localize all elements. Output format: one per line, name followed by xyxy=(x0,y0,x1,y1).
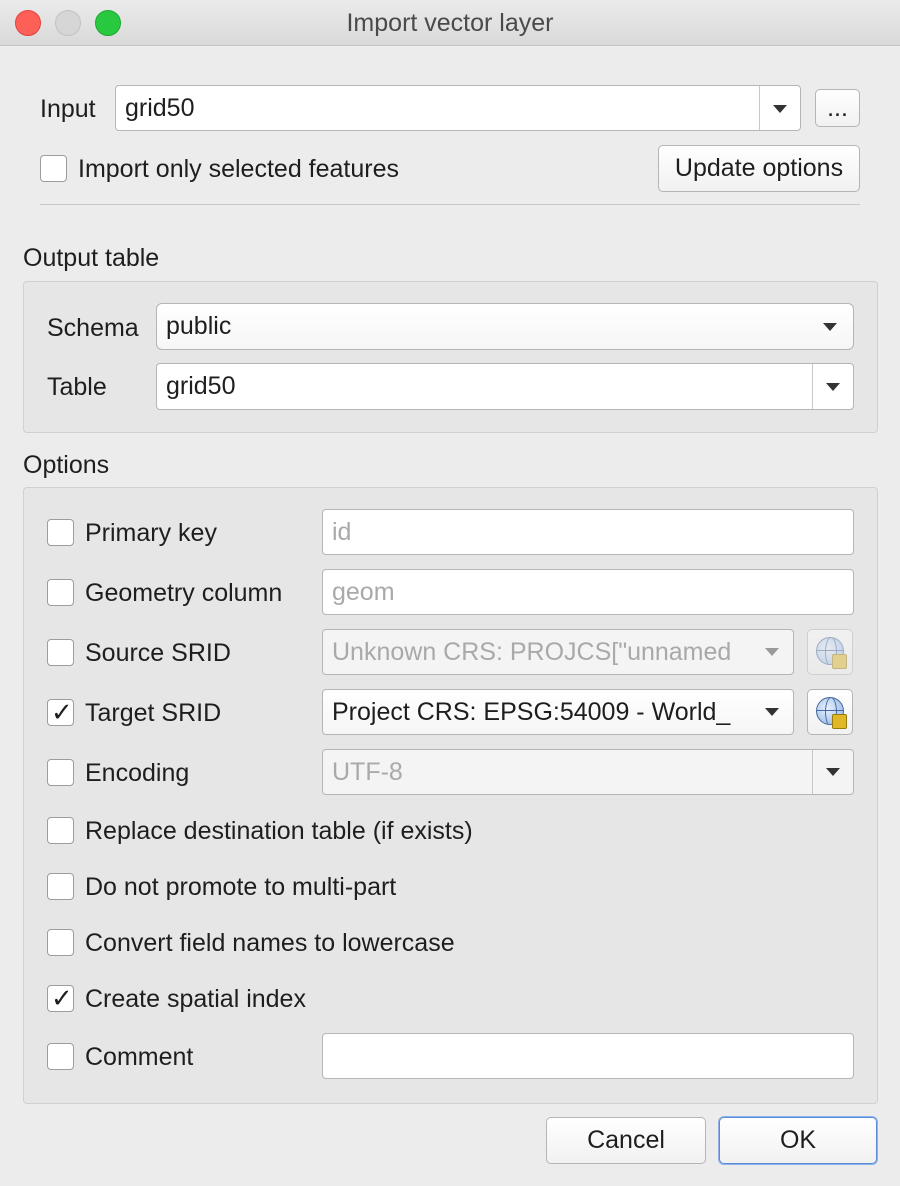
comment-checkbox[interactable] xyxy=(47,1043,74,1070)
target-srid-label: Target SRID xyxy=(85,699,222,727)
lowercase-checkbox[interactable] xyxy=(47,929,74,956)
spatial-index-checkbox[interactable]: ✓ xyxy=(47,983,74,1013)
checkmark-icon: ✓ xyxy=(51,983,73,1013)
geometry-column-input[interactable]: geom xyxy=(322,569,854,615)
target-crs-select-button[interactable] xyxy=(807,689,853,735)
comment-input[interactable] xyxy=(322,1033,854,1079)
primary-key-input[interactable]: id xyxy=(322,509,854,555)
pencil-icon xyxy=(832,654,847,669)
chevron-down-icon xyxy=(765,648,779,656)
target-srid-combo[interactable]: Project CRS: EPSG:54009 - World_ xyxy=(322,689,794,735)
chevron-down-icon xyxy=(765,708,779,716)
options-title: Options xyxy=(23,451,110,479)
divider xyxy=(40,204,860,205)
ok-button[interactable]: OK xyxy=(719,1117,877,1164)
primary-key-checkbox[interactable] xyxy=(47,519,74,546)
comment-label: Comment xyxy=(85,1043,194,1071)
source-srid-label: Source SRID xyxy=(85,639,231,667)
chevron-down-icon xyxy=(773,105,787,113)
title-bar: Import vector layer xyxy=(0,0,900,46)
target-srid-checkbox[interactable]: ✓ xyxy=(47,697,74,727)
window-title: Import vector layer xyxy=(346,9,554,37)
spatial-index-label: Create spatial index xyxy=(85,985,306,1013)
geometry-column-checkbox[interactable] xyxy=(47,579,74,606)
target-srid-value: Project CRS: EPSG:54009 - World_ xyxy=(332,697,731,726)
schema-label: Schema xyxy=(47,314,139,342)
input-layer-combo[interactable]: grid50 xyxy=(115,85,801,131)
pencil-icon xyxy=(832,714,847,729)
encoding-checkbox[interactable] xyxy=(47,759,74,786)
table-label: Table xyxy=(47,373,107,401)
input-layer-value: grid50 xyxy=(125,93,195,122)
chevron-down-icon xyxy=(826,383,840,391)
checkmark-icon: ✓ xyxy=(51,697,73,727)
import-selected-checkbox[interactable] xyxy=(40,155,67,182)
schema-combo[interactable]: public xyxy=(156,303,854,350)
browse-button[interactable]: ... xyxy=(815,89,860,127)
input-label: Input xyxy=(40,95,96,123)
replace-table-label: Replace destination table (if exists) xyxy=(85,817,473,845)
geometry-column-label: Geometry column xyxy=(85,579,283,607)
chevron-down-icon xyxy=(826,768,840,776)
import-selected-label: Import only selected features xyxy=(78,155,399,183)
table-combo[interactable]: grid50 xyxy=(156,363,854,410)
no-multipart-checkbox[interactable] xyxy=(47,873,74,900)
no-multipart-label: Do not promote to multi-part xyxy=(85,873,397,901)
chevron-down-icon xyxy=(823,323,837,331)
update-options-button[interactable]: Update options xyxy=(658,145,860,192)
primary-key-label: Primary key xyxy=(85,519,217,547)
table-value: grid50 xyxy=(166,372,236,400)
cancel-button[interactable]: Cancel xyxy=(546,1117,706,1164)
source-srid-checkbox[interactable] xyxy=(47,639,74,666)
encoding-label: Encoding xyxy=(85,759,190,787)
replace-table-checkbox[interactable] xyxy=(47,817,74,844)
source-srid-value: Unknown CRS: PROJCS["unnamed xyxy=(332,637,732,666)
schema-value: public xyxy=(166,312,232,340)
output-table-title: Output table xyxy=(23,244,160,272)
source-srid-combo[interactable]: Unknown CRS: PROJCS["unnamed xyxy=(322,629,794,675)
lowercase-label: Convert field names to lowercase xyxy=(85,929,455,957)
encoding-combo[interactable]: UTF-8 xyxy=(322,749,854,795)
source-crs-select-button[interactable] xyxy=(807,629,853,675)
encoding-value: UTF-8 xyxy=(332,757,403,786)
